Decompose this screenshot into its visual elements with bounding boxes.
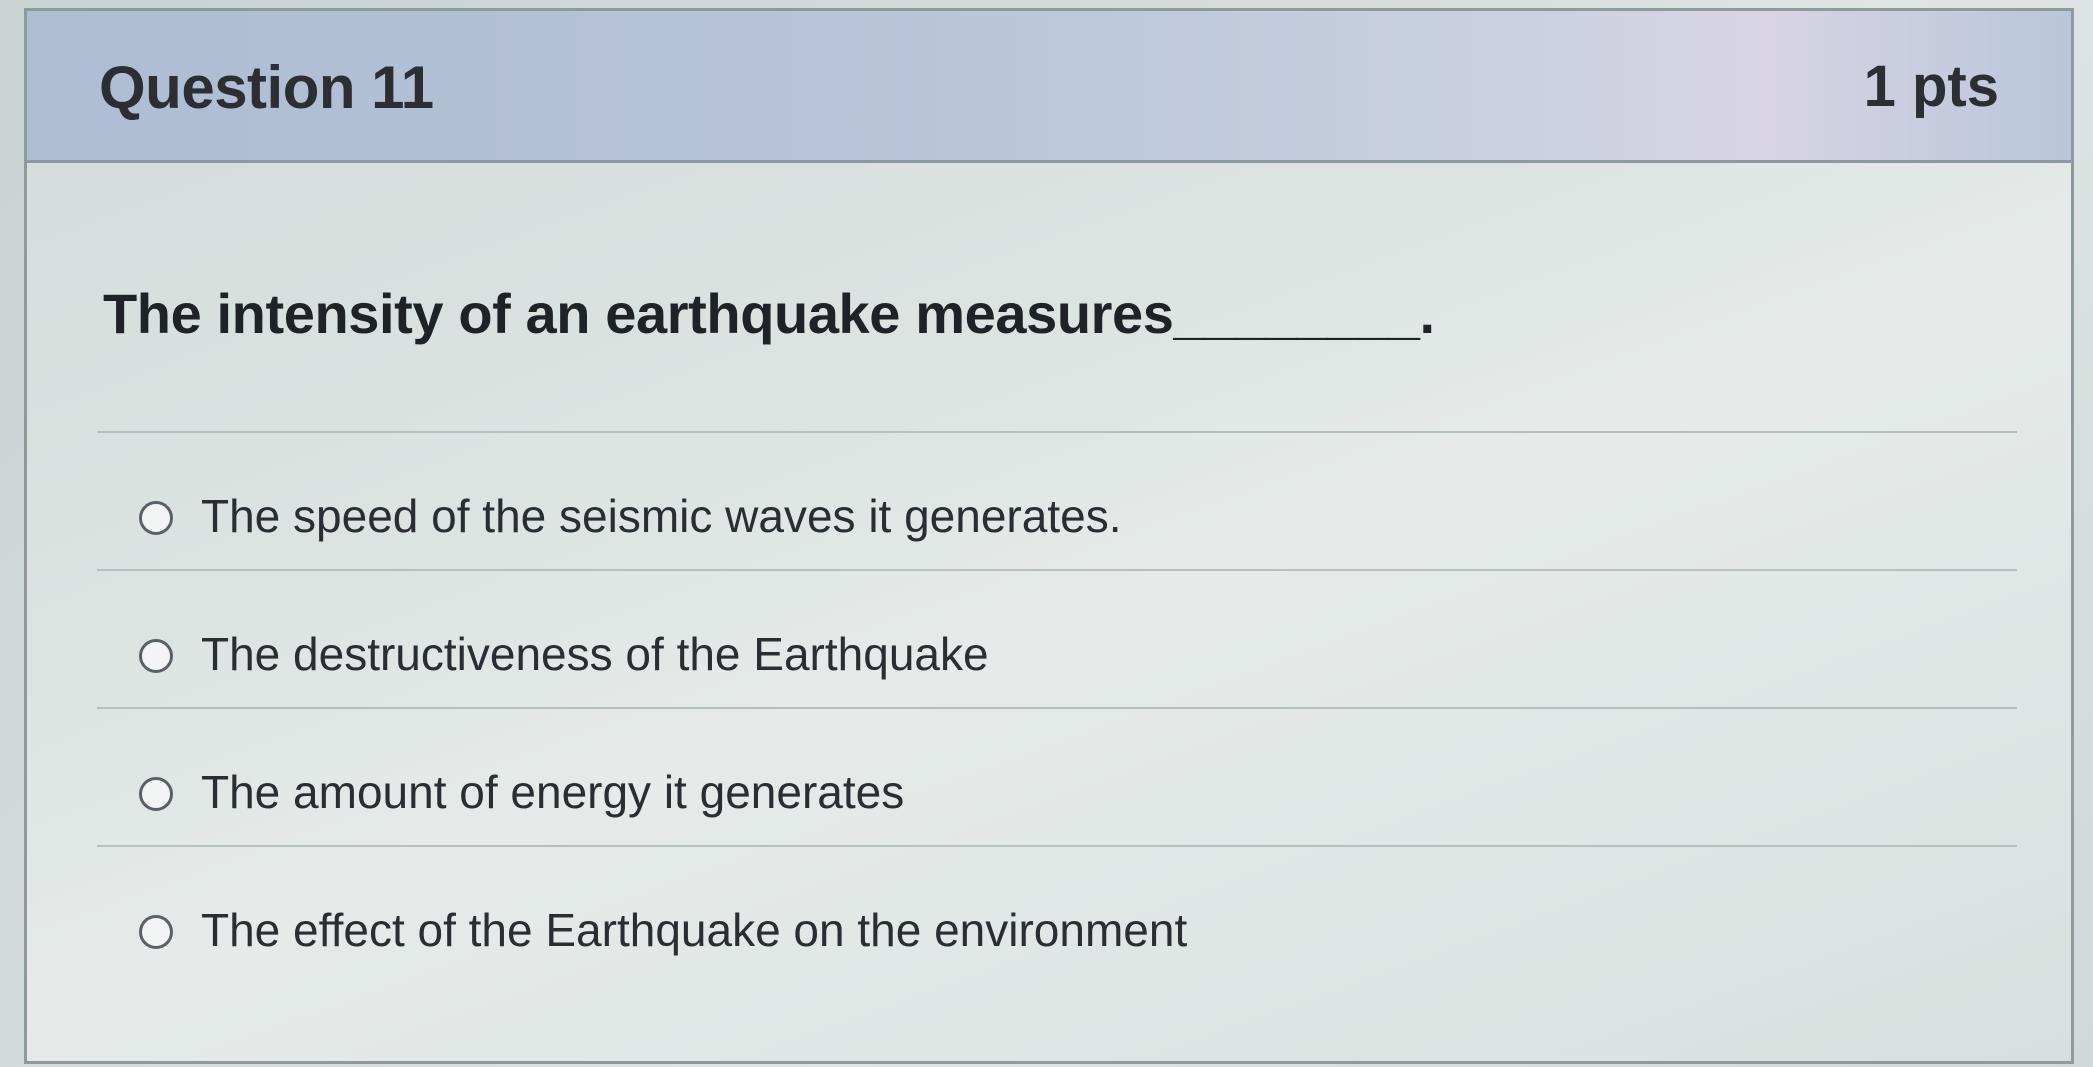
question-card: Question 11 1 pts The intensity of an ea… <box>24 8 2074 1064</box>
question-header: Question 11 1 pts <box>27 11 2071 163</box>
answer-option[interactable]: The effect of the Earthquake on the envi… <box>97 845 2017 983</box>
question-text: The intensity of an earthquake measures_… <box>103 282 1435 345</box>
question-title: Question 11 <box>99 54 434 121</box>
answer-list: The speed of the seismic waves it genera… <box>97 431 2017 983</box>
radio-button[interactable] <box>139 777 173 811</box>
answer-label[interactable]: The speed of the seismic waves it genera… <box>201 489 1121 543</box>
question-points: 1 pts <box>1863 54 1999 119</box>
answer-label[interactable]: The amount of energy it generates <box>201 765 904 819</box>
answer-label[interactable]: The destructiveness of the Earthquake <box>201 627 989 681</box>
answer-option[interactable]: The speed of the seismic waves it genera… <box>97 431 2017 569</box>
answer-option[interactable]: The destructiveness of the Earthquake <box>97 569 2017 707</box>
radio-button[interactable] <box>139 915 173 949</box>
answer-label[interactable]: The effect of the Earthquake on the envi… <box>201 903 1187 957</box>
radio-button[interactable] <box>139 639 173 673</box>
answer-option[interactable]: The amount of energy it generates <box>97 707 2017 845</box>
screen: Question 11 1 pts The intensity of an ea… <box>0 0 2093 1067</box>
radio-button[interactable] <box>139 501 173 535</box>
